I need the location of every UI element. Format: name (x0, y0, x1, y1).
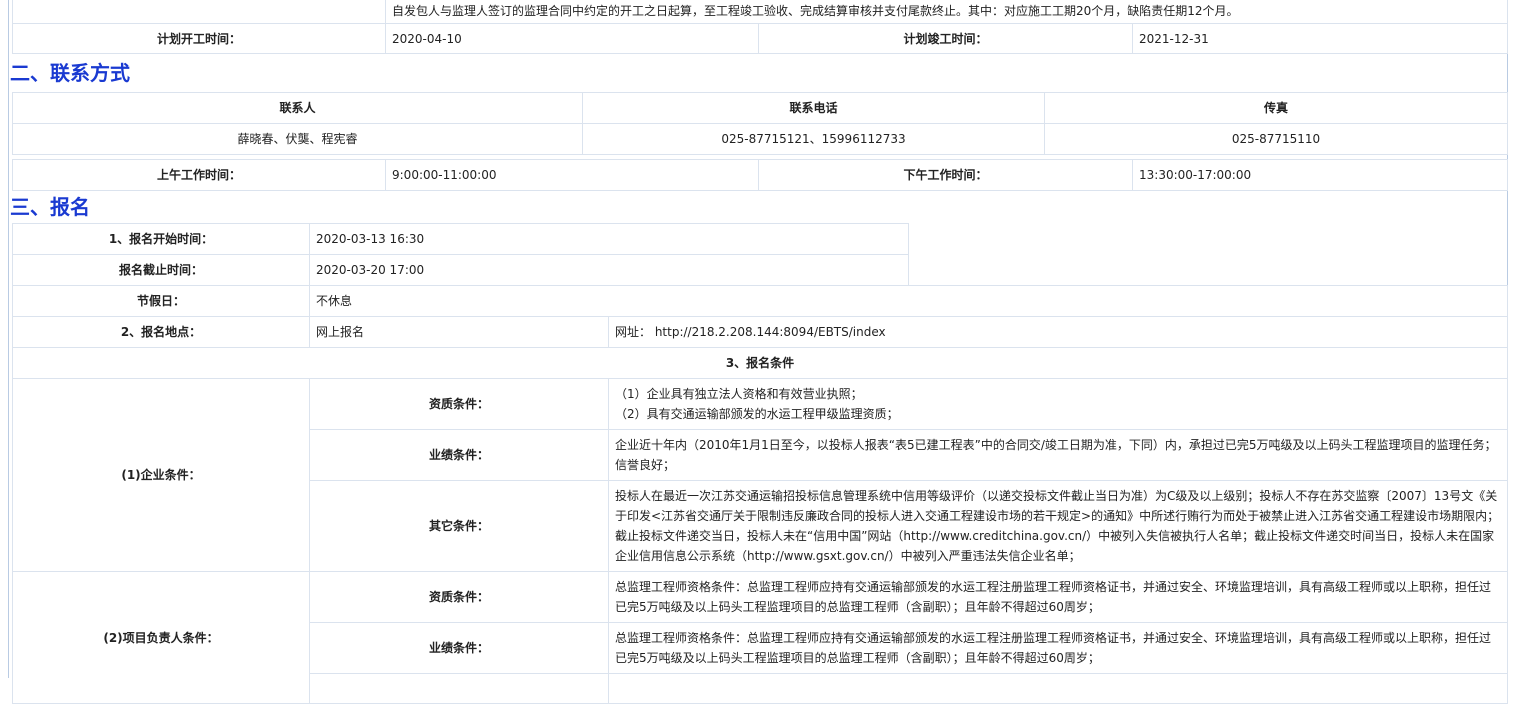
am-hours-value: 9:00:00-11:00:00 (385, 159, 759, 191)
duration-text: 自发包人与监理人签订的监理合同中约定的开工之日起算，至工程竣工验收、完成结算审核… (385, 0, 1508, 24)
holiday-label: 节假日： (12, 285, 310, 317)
plan-start-value: 2020-04-10 (385, 23, 759, 54)
work-hours-table: 上午工作时间： 9:00:00-11:00:00 下午工作时间： 13:30:0… (12, 159, 1508, 191)
enterprise-qualification-value: （1）企业具有独立法人资格和有效营业执照； （2）具有交通运输部颁发的水运工程甲… (607, 378, 1509, 430)
signup-start-label: 1、报名开始时间： (12, 223, 310, 255)
contact-header-person: 联系人 (12, 92, 583, 124)
enterprise-performance-value: 企业近十年内（2010年1月1日至今，以投标人报表“表5已建工程表”中的合同交/… (607, 429, 1509, 481)
plan-end-value: 2021-12-31 (1132, 23, 1508, 54)
contact-phone: 025-87715121、15996112733 (582, 123, 1045, 155)
contact-person: 薛晓春、伏龑、程宪睿 (12, 123, 583, 155)
enterprise-qualification-line-2: （2）具有交通运输部颁发的水运工程甲级监理资质； (615, 407, 899, 421)
section-title-signup: 三、报名 (10, 195, 90, 219)
signup-start-value: 2020-03-13 16:30 (309, 223, 909, 255)
signup-table: 节假日： 不休息 2、报名地点： 网上报名 网址： http://218.2.2… (11, 285, 1509, 704)
signup-place-label: 2、报名地点： (12, 316, 310, 348)
enterprise-conditions-label: (1)企业条件： (12, 378, 310, 572)
signup-place-value: 网上报名 (309, 316, 609, 348)
contact-header-phone: 联系电话 (582, 92, 1045, 124)
enterprise-other-label: 其它条件： (309, 480, 609, 572)
signup-end-value: 2020-03-20 17:00 (309, 254, 909, 286)
pm-hours-value: 13:30:00-17:00:00 (1132, 159, 1508, 191)
leader-qualification-value: 总监理工程师资格条件：总监理工程师应持有交通运输部颁发的水运工程注册监理工程师资… (607, 571, 1509, 623)
enterprise-performance-label: 业绩条件： (309, 429, 609, 481)
enterprise-qualification-line-1: （1）企业具有独立法人资格和有效营业执照； (615, 387, 863, 401)
leader-performance-value: 总监理工程师资格条件：总监理工程师应持有交通运输部颁发的水运工程注册监理工程师资… (607, 622, 1509, 674)
signup-end-label: 报名截止时间： (12, 254, 310, 286)
holiday-value: 不休息 (308, 285, 1509, 317)
project-leader-conditions-label: (2)项目负责人条件： (12, 571, 310, 704)
schedule-table: 自发包人与监理人签订的监理合同中约定的开工之日起算，至工程竣工验收、完成结算审核… (12, 0, 1508, 54)
leader-qualification-label: 资质条件： (309, 571, 609, 623)
leader-performance-label: 业绩条件： (309, 622, 609, 674)
enterprise-qualification-label: 资质条件： (309, 378, 609, 430)
signup-url[interactable]: 网址： http://218.2.208.144:8094/EBTS/index (607, 316, 1509, 348)
signup-time-table: 1、报名开始时间： 2020-03-13 16:30 报名截止时间： 2020-… (12, 223, 909, 286)
plan-end-label: 计划竣工时间： (758, 23, 1133, 54)
conditions-title: 3、报名条件 (11, 347, 1509, 379)
contact-table: 联系人 联系电话 传真 薛晓春、伏龑、程宪睿 025-87715121、1599… (12, 92, 1508, 155)
enterprise-other-value: 投标人在最近一次江苏交通运输招投标信息管理系统中信用等级评价（以递交投标文件截止… (607, 480, 1509, 572)
contact-header-fax: 传真 (1044, 92, 1508, 124)
pm-hours-label: 下午工作时间： (758, 159, 1133, 191)
am-hours-label: 上午工作时间： (12, 159, 386, 191)
section-title-contact: 二、联系方式 (10, 61, 130, 85)
plan-start-label: 计划开工时间： (12, 23, 386, 54)
contact-fax: 025-87715110 (1044, 123, 1508, 155)
